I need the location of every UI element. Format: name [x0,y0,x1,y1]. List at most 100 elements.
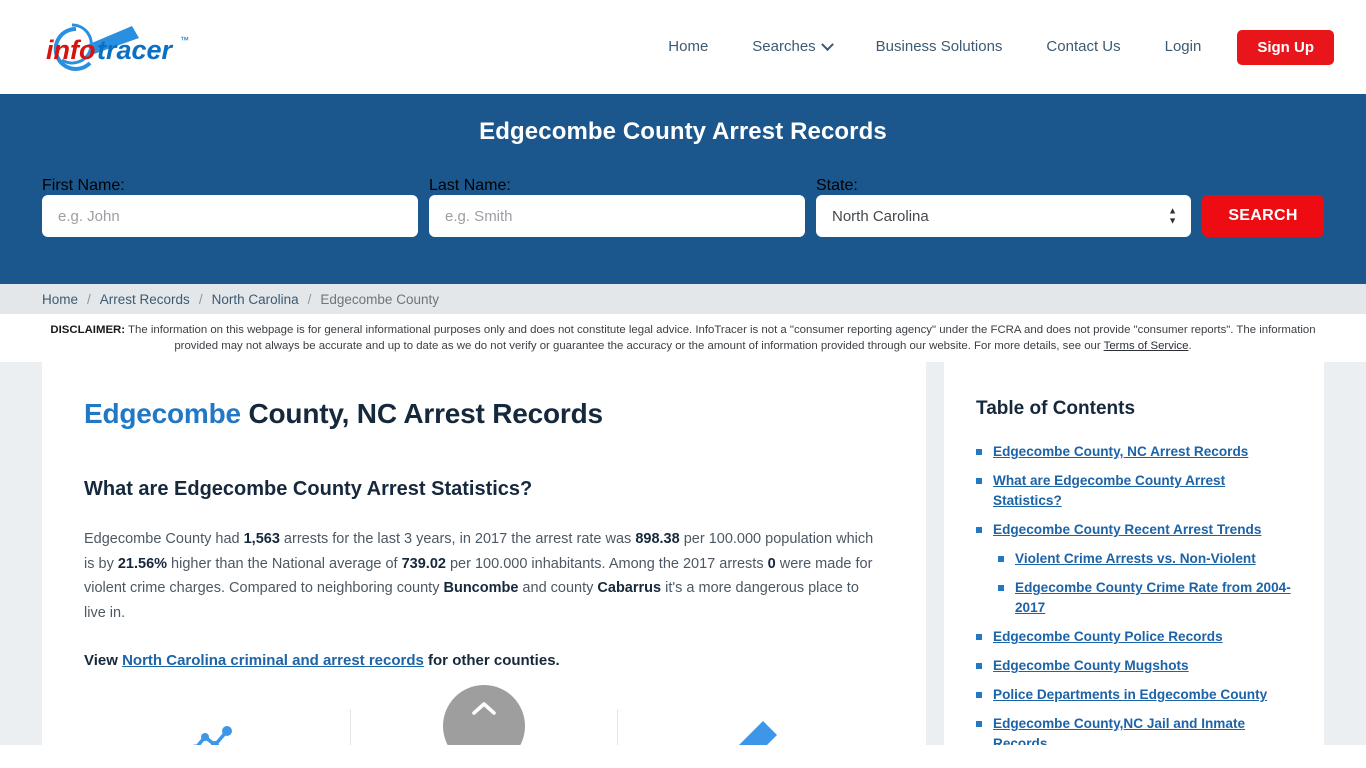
toc-item[interactable]: What are Edgecombe County Arrest Statist… [976,471,1294,511]
nav-item-searches[interactable]: Searches [730,28,853,66]
last-name-field-group: Last Name: [429,177,805,237]
stat-text: arrests for the last 3 years, in 2017 th… [279,531,636,548]
arrest-statistics-paragraph: Edgecombe County had 1,563 arrests for t… [84,527,879,625]
breadcrumb-arrest-records[interactable]: Arrest Records [100,292,190,307]
nav-item-business-solutions[interactable]: Business Solutions [854,28,1025,66]
article-title-rest: County, NC Arrest Records [240,398,603,430]
bullet-icon [998,585,1004,592]
disclaimer: DISCLAIMER: The information on this webp… [0,314,1366,363]
sign-up-button[interactable]: Sign Up [1237,29,1334,65]
nav-label: Login [1164,38,1202,55]
search-button[interactable]: SEARCH [1202,195,1324,237]
toc-item[interactable]: Edgecombe County, NC Arrest Records [976,442,1294,462]
stat-text: and county [518,580,598,597]
breadcrumb-separator: / [307,291,312,307]
stat-national-average: 739.02 [401,555,446,572]
toc-title: Table of Contents [976,398,1136,420]
search-form: First Name: Last Name: State: North Caro… [0,177,1366,237]
svg-text:tracer: tracer [97,35,174,65]
toc-link[interactable]: Police Departments in Edgecombe County [993,685,1267,705]
search-banner: Edgecombe County Arrest Records First Na… [0,94,1366,284]
toc-item[interactable]: Police Departments in Edgecombe County [976,685,1294,705]
article-title-county: Edgecombe [84,398,241,430]
pen-icon [739,721,777,746]
infotracer-logo[interactable]: info tracer ™ [40,17,210,77]
article-card: Edgecombe County, NC Arrest Records What… [42,362,926,746]
network-chart-icon [192,726,232,746]
toc-list: Edgecombe County, NC Arrest Records What… [976,442,1294,745]
stat-text: per 100.000 inhabitants. Among the 2017 … [445,555,768,572]
nav-item-contact-us[interactable]: Contact Us [1024,28,1142,66]
view-prefix: View [84,652,123,670]
state-field-group: State: North Carolina ▲ ▼ [816,177,1191,237]
bullet-icon [976,478,982,485]
page-title: Edgecombe County Arrest Records [479,118,887,145]
svg-text:™: ™ [180,35,189,45]
stat-icon-cell [84,709,351,746]
article-title: Edgecombe County, NC Arrest Records [84,398,884,430]
table-of-contents: Table of Contents Edgecombe County, NC A… [944,362,1324,746]
toc-link[interactable]: Edgecombe County Recent Arrest Trends [993,520,1261,540]
bullet-icon [976,634,982,641]
first-name-input[interactable] [42,195,418,237]
svg-text:info: info [46,35,95,65]
toc-item[interactable]: Edgecombe County Mugshots [976,656,1294,676]
nav-item-login[interactable]: Login [1143,28,1224,66]
toc-item[interactable]: Edgecombe County Crime Rate from 2004-20… [976,578,1294,618]
toc-link[interactable]: Edgecombe County Police Records [993,627,1223,647]
toc-item[interactable]: Violent Crime Arrests vs. Non-Violent [976,549,1294,569]
stat-arrest-rate: 898.38 [635,531,680,548]
view-suffix: for other counties. [423,652,560,670]
state-select[interactable]: North Carolina [816,195,1191,237]
toc-link[interactable]: Edgecombe County, NC Arrest Records [993,442,1248,462]
toc-item[interactable]: Edgecombe County,NC Jail and Inmate Reco… [976,714,1294,745]
first-name-label: First Name: [42,177,125,194]
first-name-field-group: First Name: [42,177,418,237]
nav-item-home[interactable]: Home [646,28,730,66]
breadcrumb-separator: / [198,291,203,307]
toc-link[interactable]: Edgecombe County Mugshots [993,656,1189,676]
stat-icon-cell [618,709,884,746]
nav-label: Business Solutions [875,38,1003,55]
bullet-icon [976,663,982,670]
nav-label: Searches [752,38,816,55]
nav-label: Contact Us [1046,38,1121,55]
toc-link[interactable]: Edgecombe County,NC Jail and Inmate Reco… [993,714,1294,745]
bullet-icon [976,449,982,456]
stat-arrest-count: 1,563 [243,531,280,548]
site-header: info tracer ™ Home Searches Business Sol… [0,0,1366,94]
nav-label: Home [668,38,709,55]
page-body: Edgecombe County, NC Arrest Records What… [0,362,1366,746]
chevron-up-icon [472,702,496,715]
toc-item[interactable]: Edgecombe County Police Records [976,627,1294,647]
toc-link[interactable]: Violent Crime Arrests vs. Non-Violent [1015,549,1256,569]
bullet-icon [976,692,982,699]
last-name-input[interactable] [429,195,805,237]
stat-text: Edgecombe County had [84,531,244,548]
breadcrumb-separator: / [87,291,91,307]
bullet-icon [976,527,982,534]
scroll-to-top-button[interactable] [443,685,525,746]
toc-link[interactable]: What are Edgecombe County Arrest Statist… [993,471,1294,511]
logo-graphic: info tracer ™ [46,23,189,71]
breadcrumb: Home / Arrest Records / North Carolina /… [0,284,1366,314]
stat-text: higher than the National average of [167,555,402,572]
bullet-icon [998,556,1004,563]
stat-percent-higher: 21.56% [117,555,168,572]
main-nav: Home Searches Business Solutions Contact… [646,28,1334,66]
terms-of-service-link[interactable]: Terms of Service [1104,340,1189,352]
disclaimer-label: DISCLAIMER: [50,324,126,336]
article-subheading: What are Edgecombe County Arrest Statist… [84,478,533,501]
toc-item[interactable]: Edgecombe County Recent Arrest Trends [976,520,1294,540]
toc-link[interactable]: Edgecombe County Crime Rate from 2004-20… [1015,578,1294,618]
breadcrumb-state[interactable]: North Carolina [212,292,299,307]
disclaimer-text-end: . [1188,339,1192,352]
state-label: State: [816,177,858,194]
stat-violent-count: 0 [767,555,776,572]
view-other-counties-line: View North Carolina criminal and arrest … [84,652,884,669]
stat-neighbor-county-b: Cabarrus [597,580,662,597]
last-name-label: Last Name: [429,177,511,194]
state-records-link[interactable]: North Carolina criminal and arrest recor… [122,652,424,669]
breadcrumb-home[interactable]: Home [42,292,78,307]
bullet-icon [976,721,982,728]
